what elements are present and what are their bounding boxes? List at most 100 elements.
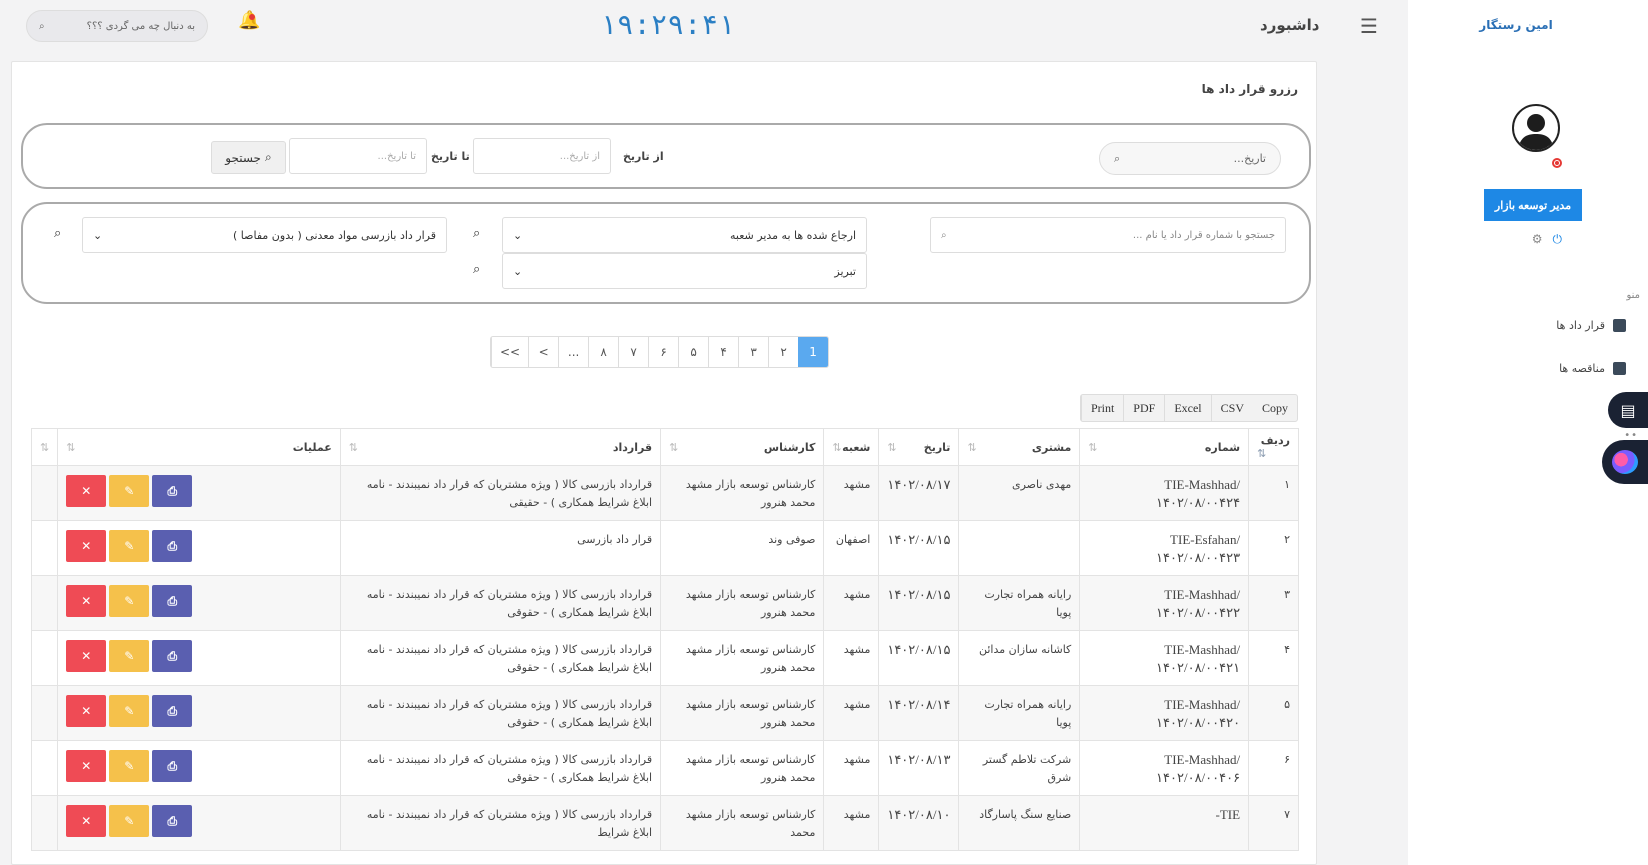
edit-row-button[interactable]: ✎ bbox=[109, 750, 150, 782]
column-header-index[interactable]: ردیف ⇅ bbox=[1248, 428, 1299, 466]
cell-number: TIE- bbox=[1079, 795, 1250, 851]
chevron-down-icon: ⌄ bbox=[513, 228, 523, 242]
search-button[interactable]: ⌕ جستجو bbox=[211, 141, 286, 174]
bell-icon[interactable]: 🔔 bbox=[238, 10, 260, 31]
sort-icon[interactable]: ⇅ bbox=[1257, 447, 1266, 460]
sidebar-item-tenders[interactable]: مناقصه ها bbox=[1559, 362, 1626, 375]
page-button[interactable]: ۲ bbox=[768, 337, 798, 367]
search-icon[interactable]: ⌕ bbox=[473, 262, 480, 277]
page-button[interactable]: ۷ bbox=[618, 337, 648, 367]
sidebar-item-contracts[interactable]: قرار داد ها bbox=[1556, 319, 1626, 332]
delete-row-button[interactable]: ✕ bbox=[66, 805, 107, 837]
search-icon[interactable]: ⌕ bbox=[54, 226, 61, 241]
table-row[interactable]: ۲ TIE-Esfahan/۱۴۰۲/۰۸/۰۰۴۲۳ ۱۴۰۲/۰۸/۱۵ اصفه… bbox=[30, 520, 1299, 576]
book-icon[interactable]: ▤ bbox=[1608, 392, 1648, 428]
edit-row-button[interactable]: ✎ bbox=[109, 585, 150, 617]
copy-button[interactable]: Copy bbox=[1253, 395, 1297, 421]
next-page-button[interactable]: > bbox=[528, 337, 558, 367]
column-header-operations[interactable]: عملیات ⇅ bbox=[57, 428, 341, 466]
print-row-button[interactable]: ⎙ bbox=[152, 805, 193, 837]
column-header-customer[interactable]: مشتری ⇅ bbox=[958, 428, 1081, 466]
page-button[interactable]: 1 bbox=[798, 337, 829, 367]
edit-row-button[interactable]: ✎ bbox=[109, 695, 150, 727]
hamburger-icon[interactable]: ☰ bbox=[1360, 14, 1378, 38]
delete-row-button[interactable]: ✕ bbox=[66, 475, 107, 507]
column-header-contract[interactable]: قرارداد ⇅ bbox=[339, 428, 662, 466]
contract-search-input[interactable]: جستجو با شماره قرار داد یا نام ... ⌕ bbox=[930, 217, 1286, 253]
sort-icon[interactable]: ⇅ bbox=[669, 441, 678, 454]
sort-icon[interactable]: ⇅ bbox=[349, 441, 358, 454]
excel-button[interactable]: Excel bbox=[1164, 395, 1210, 421]
column-header-date[interactable]: تاریخ ⇅ bbox=[878, 428, 960, 466]
cell-index: ۴ bbox=[1248, 630, 1299, 686]
print-row-button[interactable]: ⎙ bbox=[152, 475, 193, 507]
from-date-input[interactable]: از تاریخ... bbox=[473, 138, 611, 174]
delete-row-button[interactable]: ✕ bbox=[66, 530, 107, 562]
column-header-branch[interactable]: شعبه ⇅ bbox=[823, 428, 880, 466]
edit-row-button[interactable]: ✎ bbox=[109, 530, 150, 562]
delete-row-button[interactable]: ✕ bbox=[66, 750, 107, 782]
user-name[interactable]: امین رستگار bbox=[1456, 18, 1576, 32]
city-select[interactable]: تبریز ⌄ bbox=[502, 253, 867, 289]
delete-row-button[interactable]: ✕ bbox=[66, 695, 107, 727]
delete-row-button[interactable]: ✕ bbox=[66, 585, 107, 617]
column-header-expert[interactable]: کارشناس ⇅ bbox=[660, 428, 825, 466]
sort-icon[interactable]: ⇅ bbox=[832, 441, 841, 454]
print-button[interactable]: Print bbox=[1080, 395, 1123, 421]
print-row-button[interactable]: ⎙ bbox=[152, 640, 193, 672]
close-icon: ✕ bbox=[81, 704, 92, 718]
cell-branch: مشهد bbox=[823, 575, 880, 631]
avatar-icon bbox=[1512, 104, 1560, 152]
cell-branch: مشهد bbox=[823, 630, 880, 686]
search-icon[interactable]: ⌕ bbox=[39, 21, 45, 32]
edit-row-button[interactable]: ✎ bbox=[109, 640, 150, 672]
column-header-number[interactable]: شماره ⇅ bbox=[1079, 428, 1250, 466]
search-icon[interactable]: ⌕ bbox=[941, 230, 947, 241]
table-row[interactable]: ۶ TIE-Mashhad/۱۴۰۲/۰۸/۰۰۴۰۶ شرکت تلاطم گست… bbox=[30, 740, 1299, 796]
sort-icon[interactable]: ⇅ bbox=[66, 441, 75, 454]
edit-row-button[interactable]: ✎ bbox=[109, 805, 150, 837]
print-row-button[interactable]: ⎙ bbox=[152, 695, 193, 727]
search-icon[interactable]: ⌕ bbox=[473, 226, 480, 241]
date-search-input[interactable]: تاریخ... ⌕ bbox=[1099, 142, 1281, 175]
search-icon[interactable]: ⌕ bbox=[1114, 152, 1120, 166]
gear-icon[interactable]: ⚙ bbox=[1532, 232, 1543, 247]
table-row[interactable]: ۷ TIE- صنایع سنگ پاسارگاد ۱۴۰۲/۰۸/۱۰ مشهد کار… bbox=[30, 795, 1299, 851]
sidebar: امین رستگار مدیر توسعه بازار ⏻ ⚙ منو قرا… bbox=[1408, 0, 1648, 865]
edit-row-button[interactable]: ✎ bbox=[109, 475, 150, 507]
csv-button[interactable]: CSV bbox=[1210, 395, 1253, 421]
close-icon: ✕ bbox=[81, 649, 92, 663]
page-button[interactable]: ۸ bbox=[588, 337, 618, 367]
print-row-button[interactable]: ⎙ bbox=[152, 530, 193, 562]
table-row[interactable]: ۱ TIE-Mashhad/۱۴۰۲/۰۸/۰۰۴۲۴ مهدی ناصری ۱۴۰۲… bbox=[30, 465, 1299, 521]
delete-row-button[interactable]: ✕ bbox=[66, 640, 107, 672]
to-date-input[interactable]: تا تاریخ... bbox=[289, 138, 427, 174]
table-row[interactable]: ۴ TIE-Mashhad/۱۴۰۲/۰۸/۰۰۴۲۱ کاشانه سازان م… bbox=[30, 630, 1299, 686]
page-button[interactable]: ۴ bbox=[708, 337, 738, 367]
clock: ۱۹:۲۹:۴۱ bbox=[600, 8, 735, 41]
power-icon[interactable]: ⏻ bbox=[1553, 232, 1563, 247]
cell-extra bbox=[30, 465, 59, 521]
page-button[interactable]: ۶ bbox=[648, 337, 678, 367]
print-row-button[interactable]: ⎙ bbox=[152, 750, 193, 782]
global-search-input[interactable]: به دنبال چه می گردی ؟؟؟ ⌕ bbox=[26, 10, 208, 42]
contract-type-select[interactable]: قرار داد بازرسی مواد معدنی ( بدون مفاصا … bbox=[82, 217, 447, 253]
ai-assistant-button[interactable] bbox=[1602, 440, 1648, 484]
role-button[interactable]: مدیر توسعه بازار bbox=[1484, 189, 1582, 221]
status-select[interactable]: ارجاع شده ها به مدیر شعبه ⌄ bbox=[502, 217, 867, 253]
pdf-button[interactable]: PDF bbox=[1123, 395, 1164, 421]
sort-icon[interactable]: ⇅ bbox=[1088, 441, 1097, 454]
sort-icon[interactable]: ⇅ bbox=[967, 441, 976, 454]
cell-contract: قرار داد بازرسی bbox=[339, 520, 662, 576]
row-actions: ⎙ ✎ ✕ bbox=[66, 805, 332, 837]
table-row[interactable]: ۳ TIE-Mashhad/۱۴۰۲/۰۸/۰۰۴۲۲ رایانه همراه ت… bbox=[30, 575, 1299, 631]
brain-icon bbox=[1612, 450, 1638, 474]
last-page-button[interactable]: >> bbox=[491, 337, 528, 367]
sort-icon[interactable]: ⇅ bbox=[887, 441, 896, 454]
print-row-button[interactable]: ⎙ bbox=[152, 585, 193, 617]
page-button[interactable]: ۳ bbox=[738, 337, 768, 367]
city-select-value: تبریز bbox=[834, 264, 856, 278]
table-row[interactable]: ۵ TIE-Mashhad/۱۴۰۲/۰۸/۰۰۴۲۰ رایانه همراه ت… bbox=[30, 685, 1299, 741]
table-body: ۱ TIE-Mashhad/۱۴۰۲/۰۸/۰۰۴۲۴ مهدی ناصری ۱۴۰۲… bbox=[30, 465, 1299, 851]
page-button[interactable]: ۵ bbox=[678, 337, 708, 367]
